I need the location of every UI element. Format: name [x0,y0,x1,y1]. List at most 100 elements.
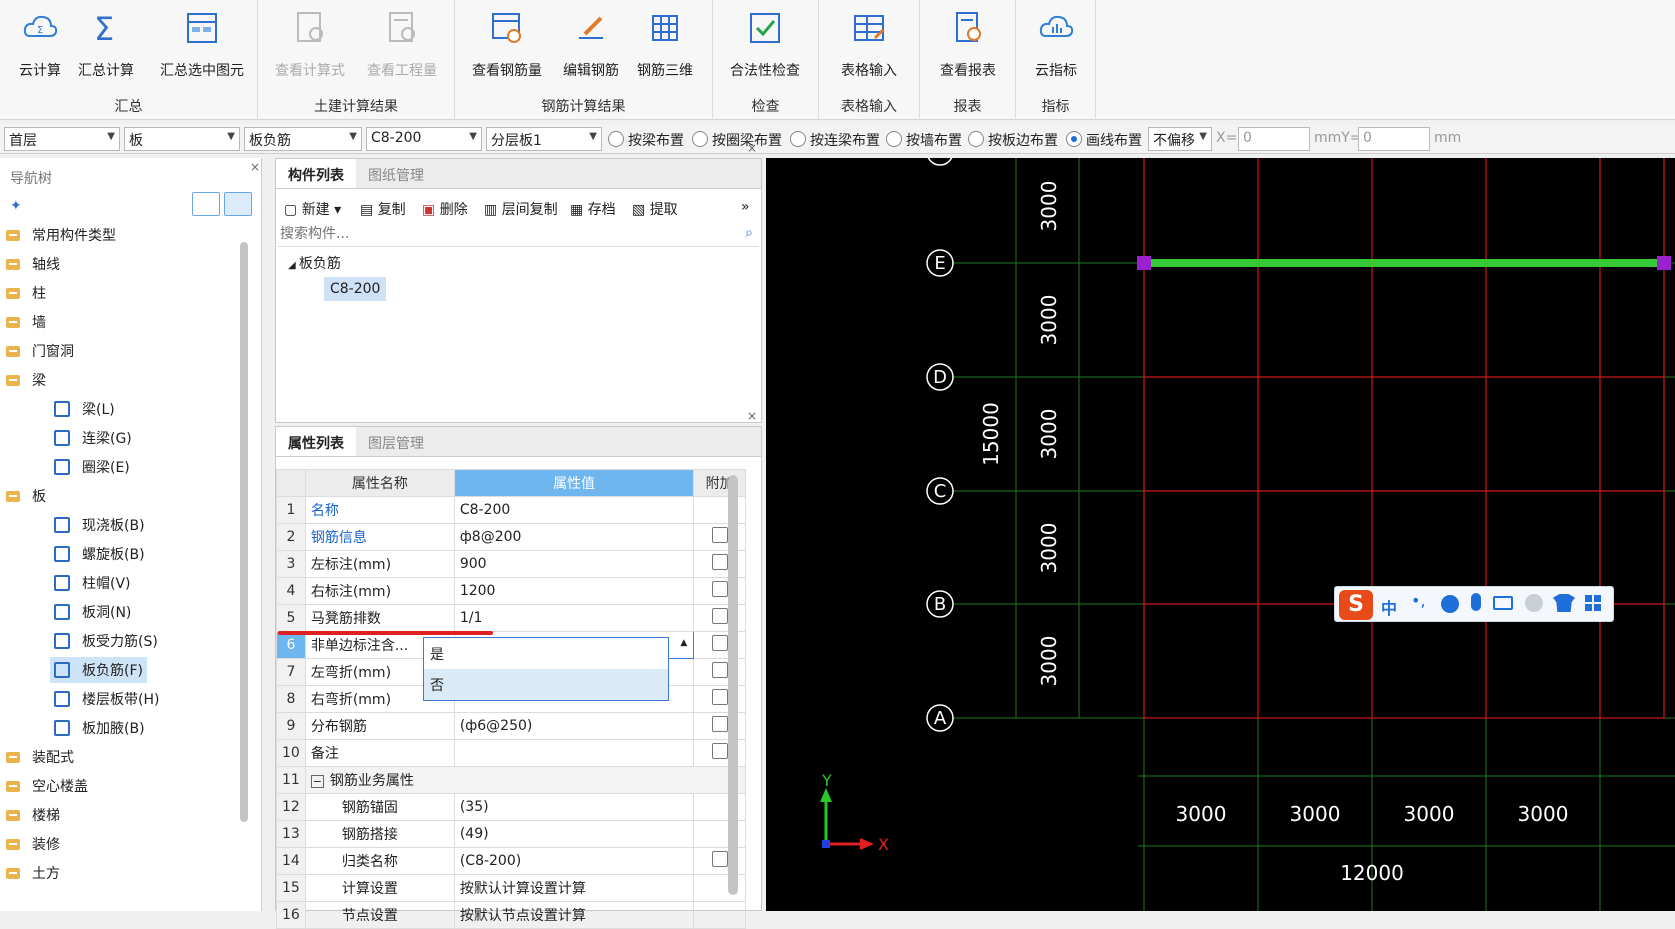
nav-scrollbar[interactable] [240,242,248,822]
table-row[interactable]: 12 钢筋锚固 (35) [276,793,746,821]
checkbox[interactable] [711,608,728,624]
nav-item-hollow-floor[interactable]: 空心楼盖 [6,773,88,799]
collapse-icon[interactable]: − [310,775,324,788]
drawing-canvas[interactable]: F E D C B A 3000 3000 3000 3000 3000 150… [766,158,1675,911]
table-row[interactable]: 16 节点设置 按默认节点设置计算 [276,901,746,929]
close-icon[interactable]: × [250,160,260,174]
nav-item-earthwork[interactable]: 土方 [6,860,60,886]
x-offset-input[interactable]: 0 [1238,127,1310,151]
new-button[interactable]: ▢ 新建 ▾ [284,199,341,219]
validity-check-button[interactable]: 合法性检查 [725,8,805,80]
nav-item-beam-l[interactable]: 梁(L) [54,396,115,422]
table-row[interactable]: 14 归类名称 (C8-200) [276,847,746,875]
extract-button[interactable]: ▧ 提取 [632,199,678,219]
checkbox[interactable] [711,581,728,597]
tab-drawing-manage[interactable]: 图纸管理 [356,159,436,188]
search-box[interactable]: ⌕ [278,223,759,247]
archive-button[interactable]: ▦ 存档 [570,199,616,219]
summary-selected-button[interactable]: 汇总选中图元 [152,8,252,80]
radio-by-link-beam[interactable] [790,131,806,147]
cloud-index-button[interactable]: 云指标 [1016,8,1096,80]
tree-root[interactable]: ◢ 板负筋 [288,253,341,273]
tab-layer-manage[interactable]: 图层管理 [356,427,436,456]
table-row[interactable]: 1 名称 C8-200 [276,496,746,524]
nav-item-slab-hole[interactable]: 板洞(N) [54,599,131,625]
radio-by-ring-beam[interactable] [692,131,708,147]
radio-by-beam[interactable] [608,131,624,147]
property-scrollbar[interactable] [728,475,738,895]
view-formula-button[interactable]: 查看计算式 [270,8,350,80]
close-icon[interactable]: × [747,141,757,155]
table-row[interactable]: 13 钢筋搭接 (49) [276,820,746,848]
floor-copy-button[interactable]: ▥ 层间复制 [484,199,558,219]
grid-view-icon[interactable] [224,192,252,216]
tab-property-list[interactable]: 属性列表 [276,427,356,456]
nav-item-beam[interactable]: 梁 [6,367,46,393]
punctuation-icon[interactable]: •, [1411,591,1426,610]
nav-item-common[interactable]: 常用构件类型 [6,222,116,248]
view-quantity-button[interactable]: 查看工程量 [362,8,442,80]
nav-item-axis[interactable]: 轴线 [6,251,60,277]
dropdown-option-yes[interactable]: 是 [424,638,668,669]
table-row[interactable]: 3 左标注(mm) 900 [276,550,746,578]
table-row[interactable]: 9 分布钢筋 (ф6@250) [276,712,746,740]
summary-calc-button[interactable]: Σ 汇总计算 [66,8,146,80]
checkbox[interactable] [711,689,728,705]
nav-item-prefab[interactable]: 装配式 [6,744,74,770]
y-offset-input[interactable]: 0 [1358,127,1430,151]
ime-toolbar[interactable]: S 中 •, [1334,586,1614,622]
table-row[interactable]: 15 计算设置 按默认计算设置计算 [276,874,746,902]
nav-item-spiral-slab[interactable]: 螺旋板(B) [54,541,145,567]
type-select[interactable]: 板负筋 ▼ [244,127,362,151]
table-row[interactable]: 5 马凳筋排数 1/1 [276,604,746,632]
view-report-button[interactable]: 查看报表 [928,8,1008,80]
checkbox[interactable] [711,635,728,651]
list-view-icon[interactable] [192,192,220,216]
table-input-button[interactable]: 表格输入 [829,8,909,80]
microphone-icon[interactable] [1471,593,1481,611]
checkbox[interactable] [711,554,728,570]
radio-draw-line[interactable] [1066,131,1082,147]
layer-select[interactable]: 分层板1 ▼ [486,127,602,151]
spec-select[interactable]: C8-200 ▼ [366,127,482,151]
floor-select[interactable]: 首层 ▼ [4,127,120,151]
nav-item-decoration[interactable]: 装修 [6,831,60,857]
offset-select[interactable]: 不偏移 ▼ [1148,127,1212,151]
nav-item-slab-neg-rebar[interactable]: 板负筋(F) [50,657,147,683]
nav-item-column[interactable]: 柱 [6,280,46,306]
search-input[interactable] [278,223,718,245]
nav-item-link-beam[interactable]: 连梁(G) [54,425,132,451]
tab-component-list[interactable]: 构件列表 [276,159,356,188]
checkbox[interactable] [711,716,728,732]
apps-grid-icon[interactable] [1585,595,1601,611]
table-row[interactable]: 4 右标注(mm) 1200 [276,577,746,605]
search-icon[interactable]: ⌕ [745,225,753,241]
nav-item-slab-main-rebar[interactable]: 板受力筋(S) [54,628,158,654]
dropdown-option-no[interactable]: 否 [424,669,668,700]
nav-item-openings[interactable]: 门窗洞 [6,338,74,364]
nav-item-stairs[interactable]: 楼梯 [6,802,60,828]
rebar-3d-button[interactable]: 钢筋三维 [625,8,705,80]
view-rebar-button[interactable]: 查看钢筋量 [467,8,547,80]
table-row[interactable]: 10 备注 [276,739,746,767]
checkbox[interactable] [711,851,728,867]
nav-item-cast-slab[interactable]: 现浇板(B) [54,512,145,538]
checkbox[interactable] [711,527,728,543]
checkbox[interactable] [711,662,728,678]
radio-by-wall[interactable] [886,131,902,147]
checkbox[interactable] [711,743,728,759]
radio-by-slab-edge[interactable] [968,131,984,147]
close-icon[interactable]: × [747,409,757,423]
nav-item-floor-band[interactable]: 楼层板带(H) [54,686,159,712]
tree-child-selected[interactable]: C8-200 [324,277,387,301]
keyboard-icon[interactable] [1493,596,1513,610]
skin-icon[interactable] [1553,594,1575,612]
table-row-group[interactable]: 11− 钢筋业务属性 [276,766,747,794]
delete-button[interactable]: ▣ 删除 [422,199,468,219]
nav-item-slab-haunch[interactable]: 板加腋(B) [54,715,145,741]
emoji-icon[interactable] [1441,595,1459,613]
more-icon[interactable]: » [741,199,750,215]
nav-item-ring-beam[interactable]: 圈梁(E) [54,454,130,480]
nav-item-wall[interactable]: 墙 [6,309,46,335]
nav-item-column-cap[interactable]: 柱帽(V) [54,570,131,596]
